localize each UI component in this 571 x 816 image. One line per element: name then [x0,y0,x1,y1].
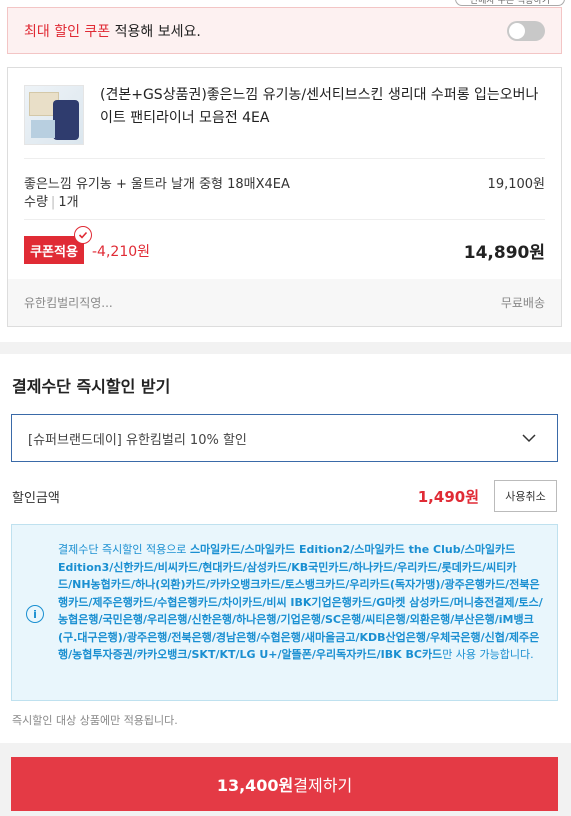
option-price: 19,100원 [487,177,545,192]
info-suffix: 만 사용 가능합니다. [442,648,534,661]
payment-section-title: 결제수단 즉시할인 받기 [12,377,171,396]
coupon-banner-text: 최대 할인 쿠폰 적용해 보세요. [24,21,201,41]
top-pill-button[interactable]: 판매자 쿠폰 적용하기 [455,0,565,6]
selected-discount-option: [슈퍼브랜드데이] 유한킴벌리 10% 할인 [28,432,247,448]
coupon-toggle[interactable] [507,21,545,41]
product-option: 좋은느낌 유기농 + 울트라 날개 중형 18매X4EA [24,177,290,192]
quantity-separator: | [50,195,56,210]
section-divider [0,342,571,354]
product-title[interactable]: (견본+GS상품권)좋은느낌 유기농/센서티브스킨 생리대 수퍼롱 입는오버나이… [100,84,550,130]
seller-bar: 유한킴벌리직영... 무료배송 [8,279,561,326]
info-prefix: 결제수단 즉시할인 적용으로 [58,543,190,556]
quantity-value: 1개 [58,195,79,210]
toggle-knob [509,23,525,39]
discount-amount-label: 할인금액 [12,491,60,506]
cancel-discount-button[interactable]: 사용취소 [494,480,557,512]
quantity: 수량 | 1개 [24,191,79,210]
shipping-info: 무료배송 [500,296,545,310]
product-thumbnail[interactable] [24,85,84,145]
final-price: 14,890원 [463,243,545,263]
divider [24,219,545,220]
quantity-label: 수량 [24,195,48,210]
checkout-amount: 13,400원 [216,776,294,795]
divider [24,158,545,159]
coupon-discount: -4,210원 [92,244,151,260]
info-box: i 결제수단 즉시할인 적용으로 스마일카드/스마일카드 Edition2/스마… [11,524,558,701]
info-icon: i [26,605,44,623]
check-icon [74,226,92,244]
discount-note: 즉시할인 대상 상품에만 적용됩니다. [12,714,178,727]
info-card-list: 스마일카드/스마일카드 Edition2/스마일카드 the Club/스마일카… [58,543,543,661]
checkout-button[interactable]: 13,400원 결제하기 [11,757,558,811]
discount-amount-value: 1,490원 [417,488,479,506]
coupon-rest: 적용해 보세요. [110,23,201,40]
coupon-banner: 최대 할인 쿠폰 적용해 보세요. [7,7,562,54]
thumb-shape [53,100,79,140]
chevron-down-icon [522,434,536,443]
product-card: (견본+GS상품권)좋은느낌 유기농/센서티브스킨 생리대 수퍼롱 입는오버나이… [7,67,562,327]
coupon-highlight: 최대 할인 쿠폰 [24,23,111,40]
info-text: 결제수단 즉시할인 적용으로 스마일카드/스마일카드 Edition2/스마일카… [58,541,544,664]
payment-discount-select[interactable]: [슈퍼브랜드데이] 유한킴벌리 10% 할인 [11,414,558,462]
checkout-label: 결제하기 [293,776,353,795]
thumb-shape [31,120,55,138]
seller-name: 유한킴벌리직영... [24,296,113,310]
